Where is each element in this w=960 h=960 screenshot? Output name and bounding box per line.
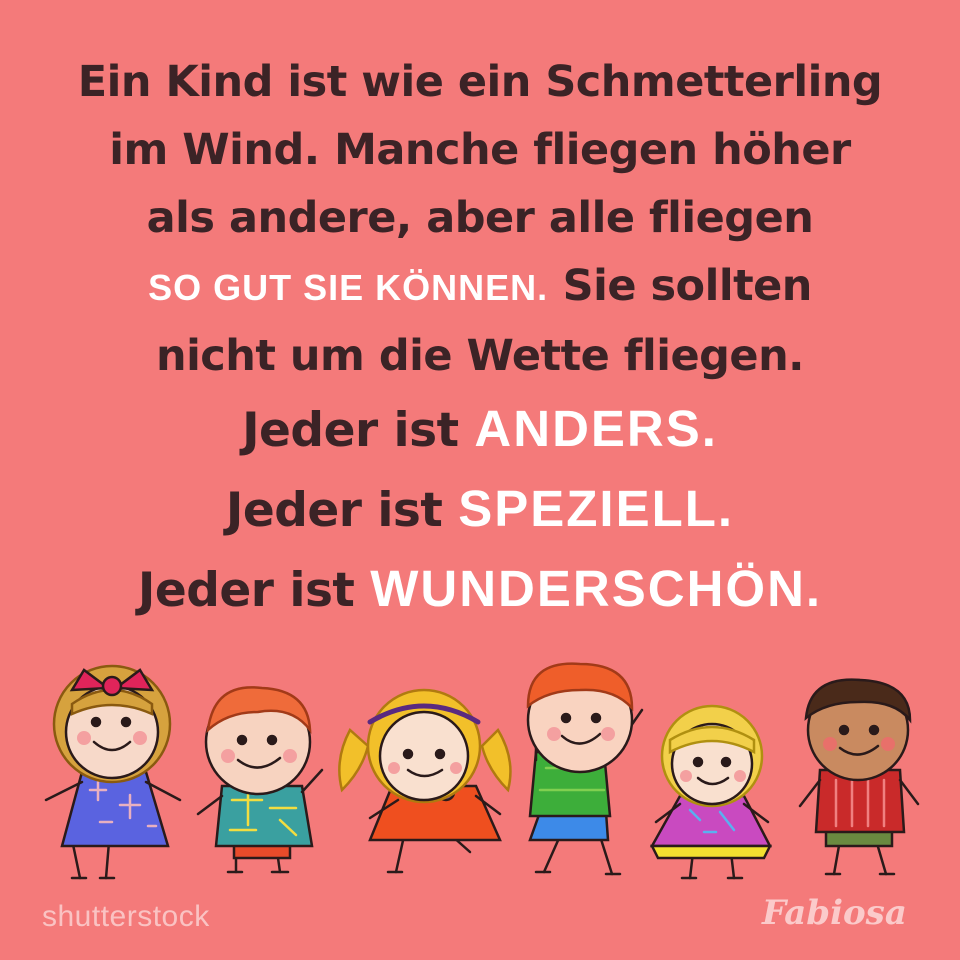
jeder-prefix: Jeder ist <box>137 563 371 618</box>
fabiosa-logo: Fabiosa <box>762 893 907 933</box>
jeder-prefix: Jeder ist <box>225 483 459 538</box>
highlight-wunderschoen: WUNDERSCHÖN. <box>370 560 823 617</box>
girl-blond <box>649 704 773 880</box>
jeder-line-1: Jeder ist ANDERS. <box>0 390 960 470</box>
quote-line-1: Ein Kind ist wie ein Schmetterling <box>77 57 883 107</box>
jeder-line-2: Jeder ist SPEZIELL. <box>0 470 960 550</box>
highlight-anders: ANDERS. <box>474 400 718 457</box>
quote-line-5: nicht um die Wette fliegen. <box>155 331 805 381</box>
quote-line-2: im Wind. Manche fliegen höher <box>109 125 851 175</box>
quote-line-3: als andere, aber alle fliegen <box>146 193 814 243</box>
boy-red-hair <box>196 686 324 874</box>
boy-waving <box>526 662 644 876</box>
jeder-line-3: Jeder ist WUNDERSCHÖN. <box>0 550 960 630</box>
highlight-so-gut: SO GUT SIE KÖNNEN. <box>148 267 549 308</box>
children-illustration <box>44 662 920 880</box>
boy-brown-hair <box>798 678 920 876</box>
quote-card: Ein Kind ist wie ein Schmetterling im Wi… <box>0 0 960 960</box>
quote-line-4: SO GUT SIE KÖNNEN. Sie sollten <box>0 252 960 322</box>
shutterstock-watermark: shutterstock <box>42 900 210 933</box>
girl-yellow-pigtails <box>338 688 512 874</box>
highlight-speziell: SPEZIELL. <box>458 480 735 537</box>
jeder-prefix: Jeder ist <box>242 403 475 458</box>
quote-text: Ein Kind ist wie ein Schmetterling im Wi… <box>0 48 960 630</box>
girl-with-red-bow <box>44 664 182 880</box>
quote-line-4-rest: Sie sollten <box>548 261 813 311</box>
